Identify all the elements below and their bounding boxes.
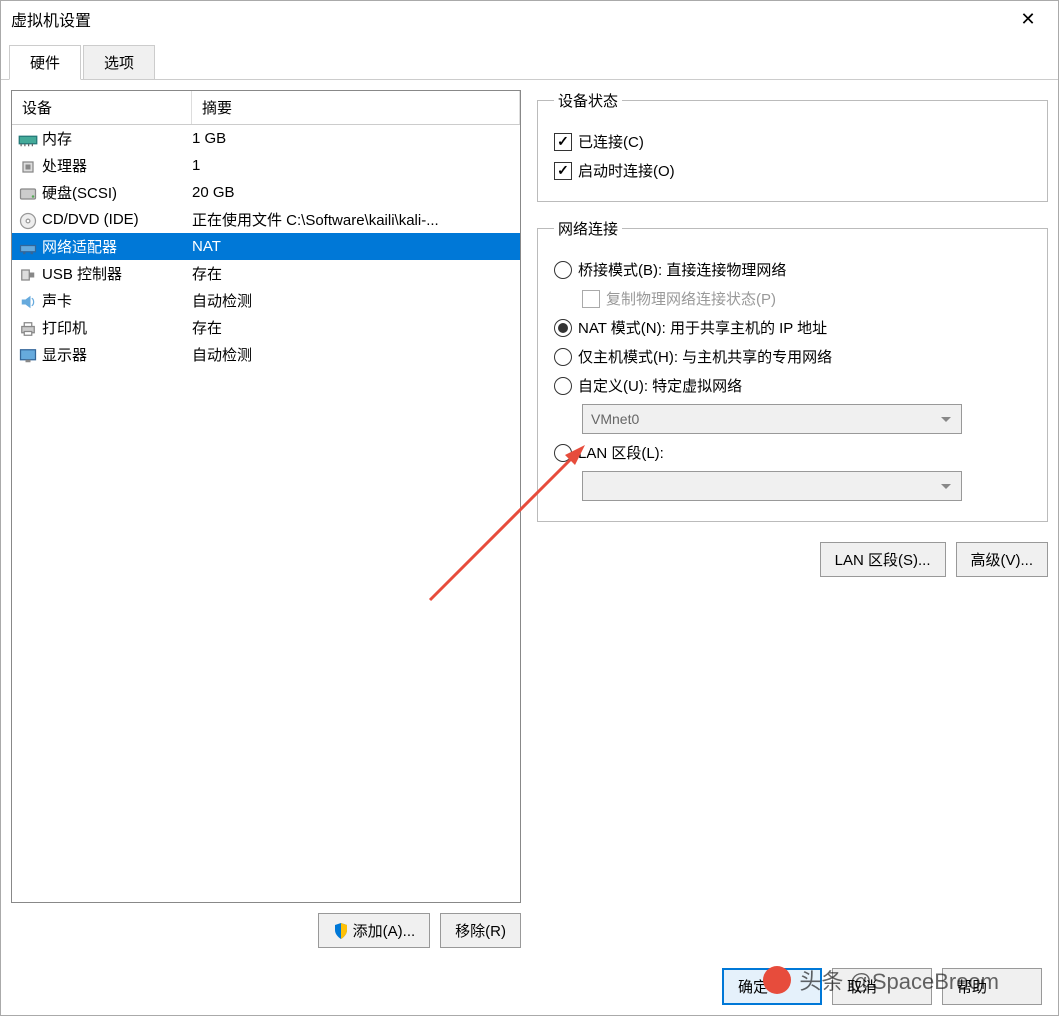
network-connection-group: 网络连接 桥接模式(B): 直接连接物理网络 复制物理网络连接状态(P) NAT… [537, 218, 1048, 522]
device-summary: NAT [192, 238, 520, 255]
list-item[interactable]: 显示器自动检测 [12, 341, 520, 368]
watermark-text: 头条 @SpaceBroom [799, 964, 999, 996]
device-name: CD/DVD (IDE) [42, 211, 192, 228]
close-icon[interactable]: ✕ [1008, 4, 1048, 34]
lan-label: LAN 区段(L): [578, 442, 664, 463]
add-button-label: 添加(A)... [353, 920, 416, 941]
sound-icon [18, 292, 38, 310]
hostonly-radio[interactable] [554, 348, 572, 366]
list-item[interactable]: 硬盘(SCSI)20 GB [12, 179, 520, 206]
connect-on-start-checkbox[interactable] [554, 162, 572, 180]
titlebar: 虚拟机设置 ✕ [1, 1, 1058, 37]
nat-radio[interactable] [554, 319, 572, 337]
device-name: 打印机 [42, 317, 192, 338]
window-title: 虚拟机设置 [11, 7, 1008, 31]
display-icon [18, 346, 38, 364]
list-item[interactable]: 内存1 GB [12, 125, 520, 152]
device-name: 硬盘(SCSI) [42, 182, 192, 203]
device-name: 处理器 [42, 155, 192, 176]
device-summary: 自动检测 [192, 344, 520, 365]
network-icon [18, 238, 38, 256]
custom-label: 自定义(U): 特定虚拟网络 [578, 375, 742, 396]
list-item[interactable]: 网络适配器NAT [12, 233, 520, 260]
lan-radio[interactable] [554, 444, 572, 462]
device-name: 声卡 [42, 290, 192, 311]
nat-label: NAT 模式(N): 用于共享主机的 IP 地址 [578, 317, 827, 338]
tab-bar: 硬件 选项 [1, 37, 1058, 80]
list-item[interactable]: 处理器1 [12, 152, 520, 179]
add-button[interactable]: 添加(A)... [318, 913, 431, 948]
device-name: 显示器 [42, 344, 192, 365]
custom-network-select: VMnet0 [582, 404, 962, 434]
device-name: 内存 [42, 128, 192, 149]
device-status-group: 设备状态 已连接(C) 启动时连接(O) [537, 90, 1048, 202]
device-summary: 自动检测 [192, 290, 520, 311]
hostonly-label: 仅主机模式(H): 与主机共享的专用网络 [578, 346, 832, 367]
device-status-legend: 设备状态 [554, 90, 622, 111]
device-list: 设备 摘要 内存1 GB处理器1硬盘(SCSI)20 GBCD/DVD (IDE… [11, 90, 521, 903]
custom-network-value: VMnet0 [591, 411, 639, 427]
header-device[interactable]: 设备 [12, 91, 192, 124]
memory-icon [18, 130, 38, 148]
remove-button[interactable]: 移除(R) [440, 913, 521, 948]
header-summary[interactable]: 摘要 [192, 91, 520, 124]
watermark-logo-icon [763, 966, 791, 994]
device-summary: 正在使用文件 C:\Software\kaili\kali-... [192, 209, 520, 230]
connected-label: 已连接(C) [578, 131, 644, 152]
network-legend: 网络连接 [554, 218, 622, 239]
custom-radio[interactable] [554, 377, 572, 395]
cd-icon [18, 211, 38, 229]
connect-on-start-label: 启动时连接(O) [578, 160, 675, 181]
replicate-label: 复制物理网络连接状态(P) [606, 288, 776, 309]
cpu-icon [18, 157, 38, 175]
device-summary: 1 [192, 157, 520, 174]
printer-icon [18, 319, 38, 337]
list-item[interactable]: 声卡自动检测 [12, 287, 520, 314]
lan-segments-button[interactable]: LAN 区段(S)... [820, 542, 946, 577]
list-item[interactable]: USB 控制器存在 [12, 260, 520, 287]
watermark: 头条 @SpaceBroom [763, 964, 999, 996]
bridged-radio[interactable] [554, 261, 572, 279]
device-summary: 存在 [192, 263, 520, 284]
tab-options[interactable]: 选项 [83, 45, 155, 79]
tab-hardware[interactable]: 硬件 [9, 45, 81, 80]
replicate-checkbox [582, 290, 600, 308]
list-header: 设备 摘要 [12, 91, 520, 125]
usb-icon [18, 265, 38, 283]
connected-checkbox[interactable] [554, 133, 572, 151]
advanced-button[interactable]: 高级(V)... [956, 542, 1049, 577]
device-name: 网络适配器 [42, 236, 192, 257]
device-summary: 1 GB [192, 130, 520, 147]
list-item[interactable]: 打印机存在 [12, 314, 520, 341]
lan-segment-select [582, 471, 962, 501]
list-item[interactable]: CD/DVD (IDE)正在使用文件 C:\Software\kaili\kal… [12, 206, 520, 233]
device-summary: 20 GB [192, 184, 520, 201]
device-name: USB 控制器 [42, 263, 192, 284]
bridged-label: 桥接模式(B): 直接连接物理网络 [578, 259, 786, 280]
shield-icon [333, 923, 349, 939]
hdd-icon [18, 184, 38, 202]
device-summary: 存在 [192, 317, 520, 338]
